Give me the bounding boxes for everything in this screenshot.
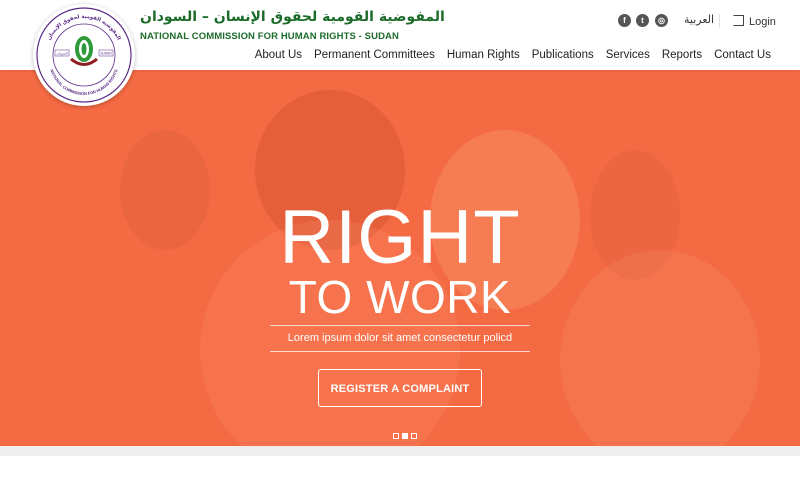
- login-link[interactable]: Login: [733, 14, 776, 28]
- instagram-icon[interactable]: ◎: [655, 14, 668, 27]
- language-switch-link[interactable]: العربية: [684, 13, 714, 26]
- twitter-icon[interactable]: t: [636, 14, 649, 27]
- slider-dot[interactable]: [393, 433, 399, 439]
- nav-item-contact-us[interactable]: Contact Us: [714, 49, 771, 61]
- hero-headline: RIGHT: [279, 195, 521, 280]
- seal-english-text: NATIONAL COMMISSION FOR HUMAN RIGHTS: [49, 68, 118, 96]
- facebook-icon[interactable]: f: [618, 14, 631, 27]
- slider-dot-active[interactable]: [402, 433, 408, 439]
- slider-dot[interactable]: [411, 433, 417, 439]
- hero-subheadline: TO WORK: [288, 271, 512, 323]
- login-icon: [733, 15, 744, 26]
- nav-item-permanent-committees[interactable]: Permanent Committees: [314, 49, 435, 61]
- hero-rule-top: [270, 325, 530, 326]
- section-divider-strip: [0, 446, 800, 456]
- main-nav: About Us Permanent Committees Human Righ…: [255, 49, 771, 61]
- hero-rule-bottom: [270, 351, 530, 352]
- seal-graphic: المفوضية القومية لحقوق الإنسان NATIONAL …: [36, 7, 132, 103]
- slider-pagination: [393, 433, 417, 439]
- nav-item-reports[interactable]: Reports: [662, 49, 702, 61]
- nav-item-services[interactable]: Services: [606, 49, 650, 61]
- org-name-arabic: المفوضية القومية لحقوق الإنسان – السودان: [140, 9, 445, 25]
- nav-item-publications[interactable]: Publications: [532, 49, 594, 61]
- svg-text:NATIONAL COMMISSION FOR HUMAN: NATIONAL COMMISSION FOR HUMAN RIGHTS: [49, 68, 118, 96]
- nav-item-human-rights[interactable]: Human Rights: [447, 49, 520, 61]
- login-label: Login: [749, 16, 776, 28]
- register-complaint-button[interactable]: REGISTER A COMPLAINT: [318, 369, 482, 407]
- nav-item-about-us[interactable]: About Us: [255, 49, 302, 61]
- hero-slider: RIGHT TO WORK Lorem ipsum dolor sit amet…: [0, 70, 800, 446]
- seal-sudan-label: SUDAN: [100, 52, 112, 56]
- topbar-divider: [719, 14, 720, 28]
- hero-tagline: Lorem ipsum dolor sit amet consectetur p…: [287, 332, 513, 344]
- commission-logo[interactable]: المفوضية القومية لحقوق الإنسان NATIONAL …: [33, 4, 135, 106]
- seal-sudan-arabic-label: السودان: [57, 52, 68, 56]
- org-name-english: NATIONAL COMMISSION FOR HUMAN RIGHTS - S…: [140, 31, 399, 42]
